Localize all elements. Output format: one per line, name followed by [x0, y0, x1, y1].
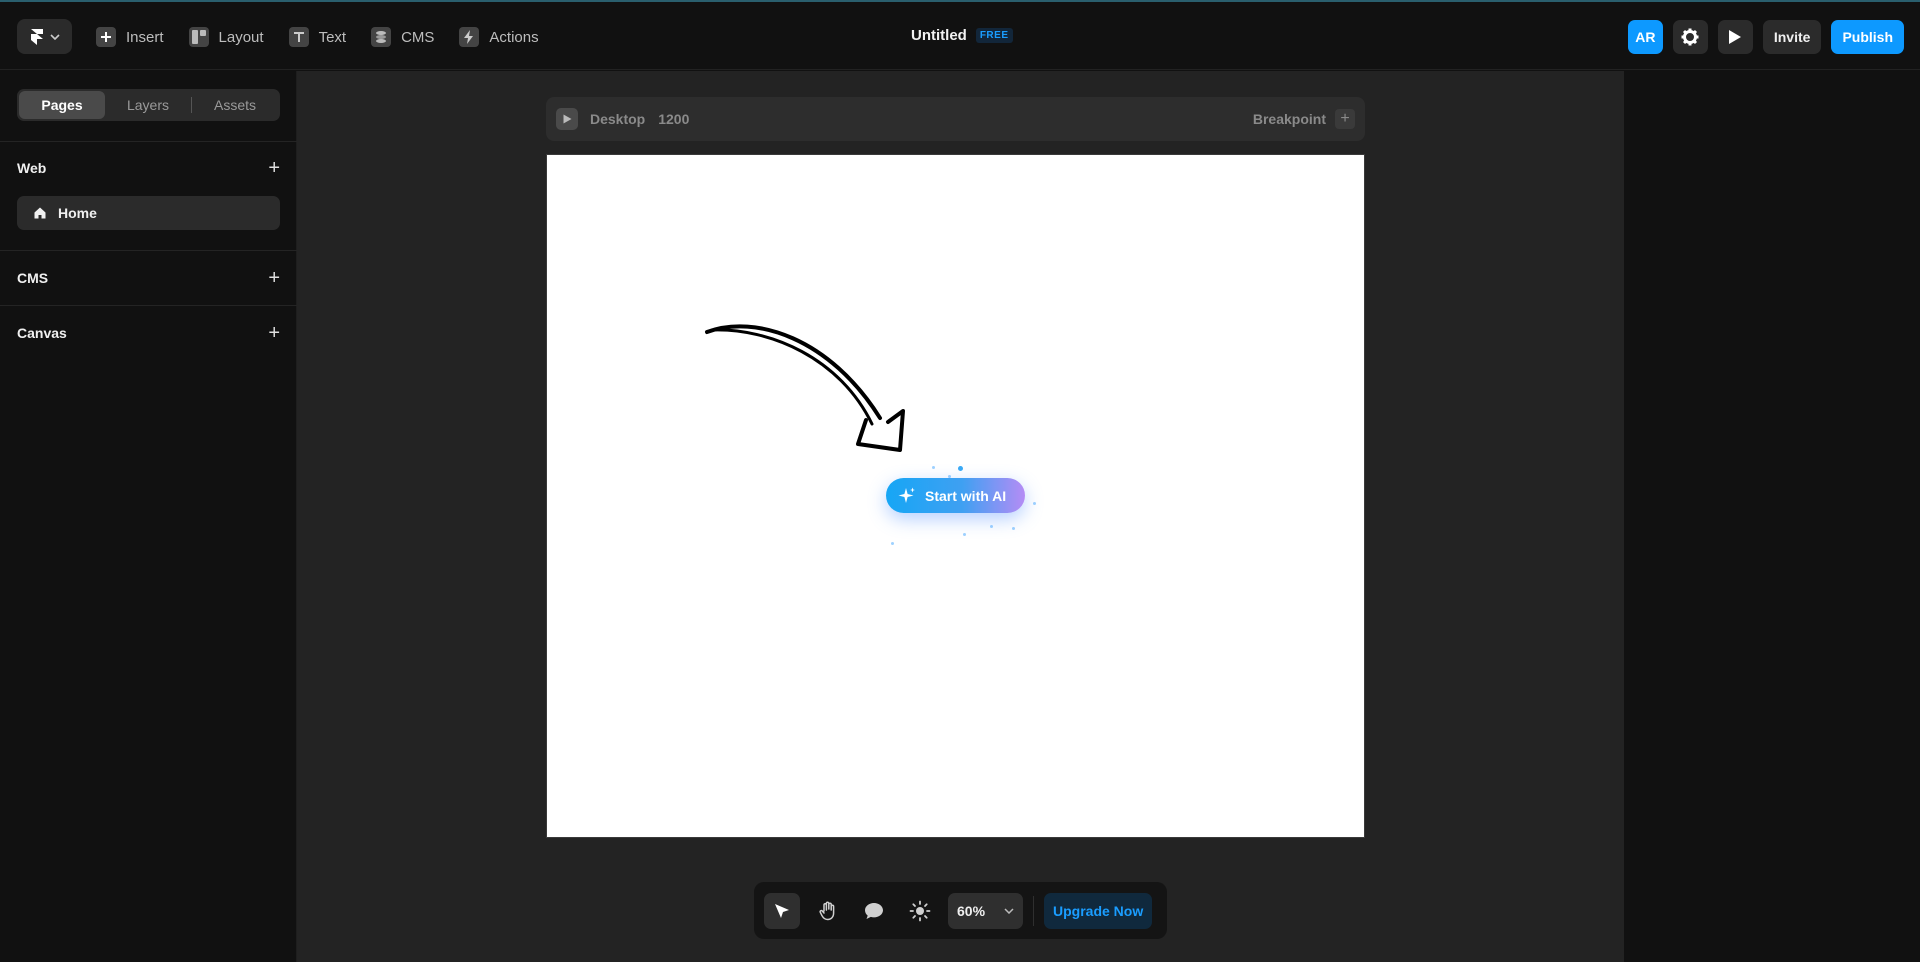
divider [0, 305, 297, 306]
actions-menu[interactable]: Actions [459, 24, 539, 50]
lightning-icon [459, 27, 480, 47]
sidebar-tabs: Pages Layers Assets [17, 89, 280, 121]
add-page-button[interactable]: + [268, 158, 280, 178]
plus-square-icon [96, 27, 116, 47]
zoom-level: 60% [957, 902, 986, 919]
cursor-icon [775, 903, 789, 918]
layout-menu[interactable]: Layout [188, 24, 264, 50]
insert-label: Insert [126, 28, 164, 46]
user-avatar[interactable]: AR [1627, 20, 1663, 54]
divider [0, 250, 297, 251]
tab-layers[interactable]: Layers [105, 91, 191, 119]
select-tool-button[interactable] [764, 892, 800, 929]
arrow-illustration [705, 324, 905, 452]
database-icon [371, 27, 392, 47]
framer-logo-icon [30, 28, 43, 45]
start-with-ai-label: Start with AI [925, 487, 1007, 504]
page-item-label: Home [58, 205, 97, 221]
sun-icon [909, 900, 931, 921]
play-icon [563, 114, 571, 124]
sparkle-decoration [891, 542, 894, 545]
cms-section-header: CMS + [17, 268, 280, 288]
breakpoint-label: Breakpoint [1252, 111, 1326, 127]
sparkle-decoration [932, 466, 935, 469]
cms-menu[interactable]: CMS [371, 24, 434, 50]
hand-tool-button[interactable] [810, 893, 846, 929]
toolbar-divider [1033, 895, 1034, 926]
bottom-toolbar: 60% Upgrade Now [754, 882, 1167, 939]
web-section-header: Web + [17, 158, 280, 178]
app-menu-button[interactable] [17, 19, 72, 54]
top-bar: Insert Layout Text CMS Actions Untitled … [0, 0, 1920, 70]
publish-button[interactable]: Publish [1831, 20, 1904, 54]
add-canvas-button[interactable]: + [268, 323, 280, 343]
sparkle-decoration [958, 466, 963, 471]
sparkle-decoration [990, 525, 993, 528]
divider [0, 141, 297, 142]
settings-button[interactable] [1672, 20, 1708, 54]
project-title: Untitled [911, 27, 967, 44]
project-title-area[interactable]: Untitled FREE [911, 27, 1013, 44]
canvas-section-header: Canvas + [17, 323, 280, 343]
page-item-home[interactable]: Home [17, 196, 280, 230]
home-icon [34, 207, 46, 219]
insert-menu[interactable]: Insert [96, 24, 164, 50]
start-with-ai-button[interactable]: Start with AI [886, 478, 1025, 513]
text-label: Text [318, 28, 347, 46]
canvas-section-title: Canvas [17, 325, 67, 341]
play-icon [1729, 30, 1742, 44]
chevron-down-icon [1004, 907, 1014, 914]
zoom-dropdown[interactable]: 60% [948, 892, 1023, 929]
properties-panel [1624, 71, 1920, 962]
add-collection-button[interactable]: + [268, 268, 280, 288]
preview-button[interactable] [1717, 20, 1753, 54]
header-actions: AR Invite Publish [1627, 20, 1904, 54]
chevron-down-icon [49, 33, 60, 40]
tab-assets[interactable]: Assets [192, 91, 278, 119]
actions-label: Actions [489, 28, 539, 46]
add-breakpoint-button[interactable]: + [1335, 109, 1355, 129]
layout-label: Layout [218, 28, 264, 46]
sparkle-decoration [963, 533, 966, 536]
hand-icon [819, 901, 835, 920]
tab-pages[interactable]: Pages [19, 91, 105, 119]
cms-section-title: CMS [17, 270, 49, 286]
comment-tool-button[interactable] [856, 893, 892, 929]
theme-toggle-button[interactable] [902, 893, 938, 929]
plan-badge: FREE [975, 28, 1013, 43]
sparkle-decoration [1033, 502, 1036, 505]
invite-button[interactable]: Invite [1762, 20, 1822, 54]
gear-icon [1681, 28, 1699, 46]
main-menu: Insert Layout Text CMS Actions [96, 24, 539, 50]
frame-width: 1200 [658, 111, 690, 127]
upgrade-button[interactable]: Upgrade Now [1044, 892, 1153, 929]
frame-header[interactable]: Desktop 1200 Breakpoint + [546, 97, 1365, 141]
text-icon [288, 27, 309, 47]
frame-name: Desktop [590, 111, 646, 127]
text-menu[interactable]: Text [288, 24, 347, 50]
comment-icon [865, 902, 883, 919]
web-section-title: Web [17, 160, 47, 176]
sparkle-decoration [1012, 527, 1015, 530]
frame-preview-button[interactable] [556, 108, 578, 130]
cms-label: CMS [401, 28, 435, 46]
layout-icon [188, 27, 209, 47]
sparkle-icon [898, 487, 915, 503]
left-sidebar: Pages Layers Assets Web + Home CMS + Can… [0, 71, 297, 962]
